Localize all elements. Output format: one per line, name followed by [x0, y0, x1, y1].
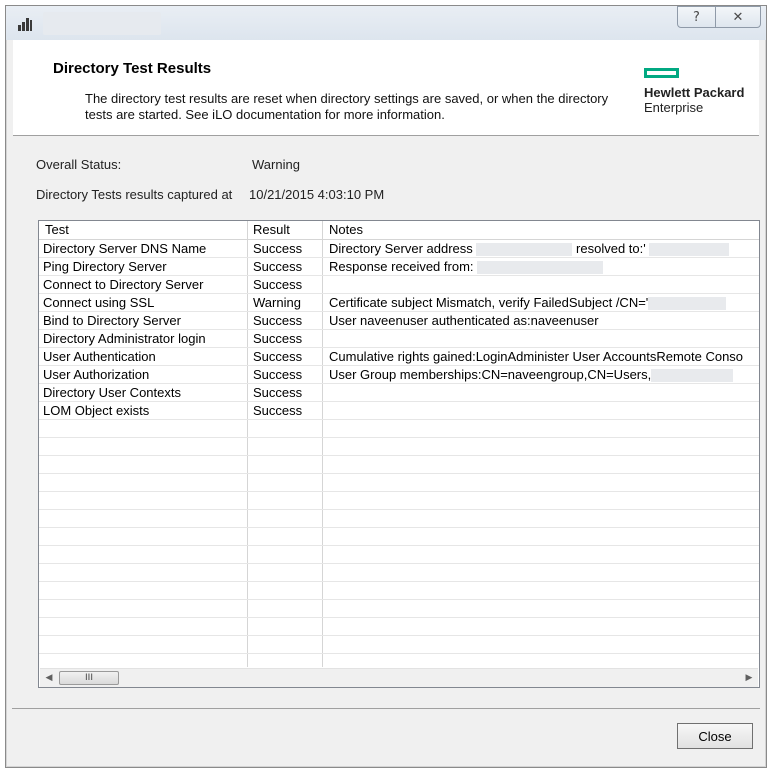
table-row[interactable]: Connect to Directory Server Success: [39, 276, 759, 294]
redacted-text: [649, 243, 730, 257]
scroll-right-icon[interactable]: ▶: [740, 669, 758, 687]
cell-test: Directory Administrator login: [43, 331, 206, 346]
close-button[interactable]: Close: [677, 723, 753, 749]
dialog-title: Directory Test Results: [53, 60, 212, 77]
cell-test: Connect using SSL: [43, 295, 155, 310]
dialog-window: ? ✕ Directory Test Results The directory…: [5, 5, 767, 768]
cell-test: Connect to Directory Server: [43, 277, 204, 292]
table-row[interactable]: Directory Administrator login Success: [39, 330, 759, 348]
title-bar: ? ✕: [6, 6, 766, 40]
overall-status-value: Warning: [252, 157, 300, 172]
cell-notes: [325, 384, 759, 401]
cell-test: User Authorization: [43, 367, 150, 382]
results-table[interactable]: Test Result Notes Directory Server DNS N…: [38, 220, 760, 688]
cell-notes: Certificate subject Mismatch, verify Fai…: [325, 294, 759, 311]
scroll-left-icon[interactable]: ◀: [40, 669, 58, 687]
footer-divider: [12, 708, 760, 709]
redacted-window-title: [43, 12, 161, 35]
cell-result: Success: [253, 349, 303, 364]
empty-row: [39, 636, 759, 654]
empty-row: [39, 474, 759, 492]
dialog-header: Directory Test Results The directory tes…: [13, 40, 759, 136]
scroll-thumb[interactable]: III: [59, 671, 119, 685]
cell-test: User Authentication: [43, 349, 156, 364]
help-icon: ?: [693, 9, 700, 25]
redacted-text: [476, 243, 573, 257]
cell-notes: [325, 402, 759, 419]
empty-row: [39, 528, 759, 546]
table-row[interactable]: User Authorization Success User Group me…: [39, 366, 759, 384]
cell-result: Success: [253, 241, 303, 256]
captured-at-value: 10/21/2015 4:03:10 PM: [249, 187, 385, 202]
cell-notes: User Group memberships:CN=naveengroup,CN…: [325, 366, 759, 383]
table-body: Directory Server DNS Name Success Direct…: [39, 240, 759, 654]
dialog-description: The directory test results are reset whe…: [85, 91, 609, 122]
table-header: Test Result Notes: [39, 221, 759, 240]
notes-text: User Group memberships:CN=naveengroup,CN…: [329, 367, 652, 382]
help-button[interactable]: ?: [677, 6, 716, 28]
cell-result: Success: [253, 385, 303, 400]
hpe-logo-icon: [644, 68, 679, 78]
window-close-button[interactable]: ✕: [715, 6, 761, 28]
notes-text: Response received from:: [329, 259, 474, 274]
cell-result: Success: [253, 331, 303, 346]
captured-at-label: Directory Tests results captured at: [36, 187, 233, 202]
empty-row: [39, 600, 759, 618]
horizontal-scrollbar[interactable]: ◀ III ▶: [40, 668, 758, 687]
empty-row: [39, 618, 759, 636]
cell-result: Success: [253, 259, 303, 274]
empty-row: [39, 582, 759, 600]
redacted-text: [651, 369, 734, 383]
empty-row: [39, 420, 759, 438]
cell-test: Directory User Contexts: [43, 385, 181, 400]
logo-line-2: Enterprise: [644, 100, 704, 115]
table-row[interactable]: User Authentication Success Cumulative r…: [39, 348, 759, 366]
app-icon: [18, 18, 32, 31]
table-row[interactable]: Ping Directory Server Success Response r…: [39, 258, 759, 276]
cell-notes: User naveenuser authenticated as:naveenu…: [329, 313, 599, 328]
notes-text: resolved to:': [576, 241, 646, 256]
table-row[interactable]: Directory User Contexts Success: [39, 384, 759, 402]
empty-row: [39, 456, 759, 474]
hpe-logo: Hewlett Packard Enterprise: [644, 85, 744, 115]
column-header-result[interactable]: Result: [247, 221, 323, 239]
logo-line-1: Hewlett Packard: [644, 85, 745, 100]
cell-notes: Cumulative rights gained:LoginAdminister…: [329, 349, 744, 364]
empty-row: [39, 438, 759, 456]
notes-text: Certificate subject Mismatch, verify Fai…: [329, 295, 649, 310]
cell-notes: Directory Server address resolved to:': [325, 240, 759, 257]
empty-row: [39, 564, 759, 582]
cell-result: Success: [253, 277, 303, 292]
cell-test: Bind to Directory Server: [43, 313, 181, 328]
cell-test: Directory Server DNS Name: [43, 241, 207, 256]
table-row[interactable]: Bind to Directory Server Success User na…: [39, 312, 759, 330]
close-icon: ✕: [732, 9, 744, 25]
empty-row: [39, 546, 759, 564]
cell-notes: [325, 330, 759, 347]
cell-result: Success: [253, 367, 303, 382]
cell-notes: [325, 276, 759, 293]
cell-result: Warning: [253, 295, 301, 310]
notes-text: Directory Server address: [329, 241, 473, 256]
overall-status-label: Overall Status:: [36, 157, 122, 172]
cell-test: LOM Object exists: [43, 403, 150, 418]
table-row[interactable]: LOM Object exists Success: [39, 402, 759, 420]
table-row[interactable]: Directory Server DNS Name Success Direct…: [39, 240, 759, 258]
redacted-text: [648, 297, 727, 311]
table-row[interactable]: Connect using SSL Warning Certificate su…: [39, 294, 759, 312]
cell-result: Success: [253, 313, 303, 328]
cell-notes: Response received from:: [325, 258, 759, 275]
empty-row: [39, 510, 759, 528]
redacted-text: [477, 261, 604, 275]
cell-result: Success: [253, 403, 303, 418]
column-header-test[interactable]: Test: [39, 221, 247, 239]
empty-row: [39, 492, 759, 510]
column-header-notes[interactable]: Notes: [323, 221, 759, 239]
cell-test: Ping Directory Server: [43, 259, 167, 274]
